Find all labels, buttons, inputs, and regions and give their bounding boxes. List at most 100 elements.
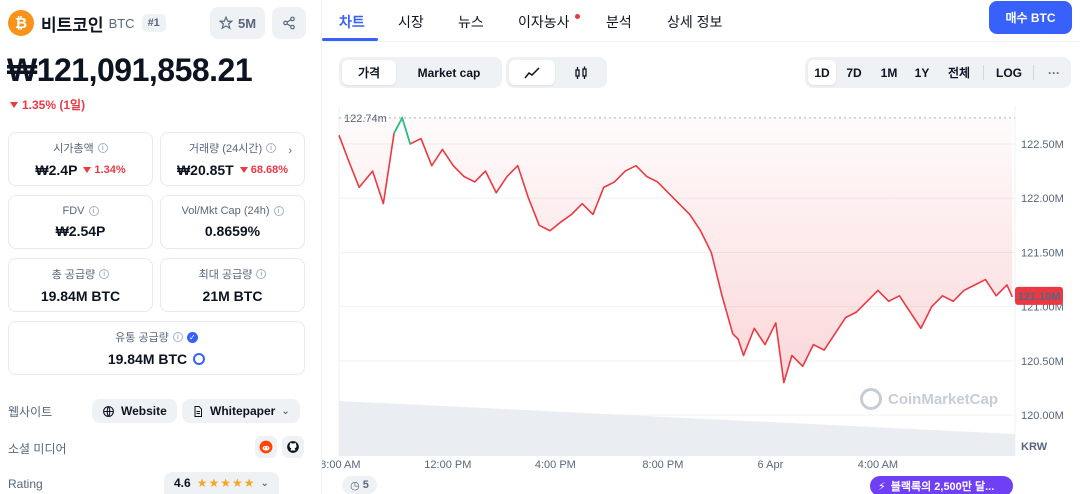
tab-news[interactable]: 뉴스 <box>458 12 484 32</box>
rating-row-label: Rating <box>8 477 43 491</box>
divider <box>1033 65 1034 80</box>
watchlist-count: 5M <box>237 15 257 31</box>
log-scale-toggle[interactable]: LOG <box>990 60 1028 85</box>
down-triangle-icon <box>10 101 18 108</box>
info-icon[interactable]: i <box>273 206 284 216</box>
rating-star-icon: ★ <box>196 476 208 490</box>
range-all[interactable]: 전체 <box>941 60 977 85</box>
volume-value: ₩20.85T <box>176 162 234 178</box>
volume-card[interactable]: › 거래량 (24시간) i ₩20.85T 68.68% <box>160 132 305 186</box>
lightning-icon: ⚡ <box>878 480 886 493</box>
rating-stars: ★ ★ ★ ★ ★ <box>197 476 255 490</box>
x-tick-label: 12:00 PM <box>424 459 471 471</box>
promo-banner[interactable]: ⚡ 블랙록의 2,500만 달... <box>870 476 1013 494</box>
vol-mkt-cap-label: Vol/Mkt Cap (24h) <box>181 205 270 217</box>
candlestick-icon <box>575 66 587 79</box>
price-chart[interactable]: 122.50M 122.00M 121.50M 121.00M 120.50M 120.0… <box>320 96 1080 494</box>
total-supply-label: 총 공급량 <box>51 269 96 281</box>
price-chart-svg: 122.50M122.00M121.50M121.00M120.50M120.0… <box>320 106 1064 471</box>
price-tab[interactable]: 가격 <box>342 60 396 85</box>
fdv-card: FDV i ₩2.54P <box>8 195 153 249</box>
reddit-button[interactable] <box>255 436 277 458</box>
range-1d[interactable]: 1D <box>808 60 836 85</box>
watermark-text: CoinMarketCap <box>888 390 999 408</box>
chevron-down-icon: ⌄ <box>281 405 290 417</box>
info-icon[interactable]: i <box>266 143 277 153</box>
vol-mkt-cap-value: 0.8659% <box>204 223 261 239</box>
rating-pill[interactable]: 4.6 ★ ★ ★ ★ ★ ⌄ <box>164 472 279 494</box>
history-badge[interactable]: ◷ 5 <box>342 476 377 494</box>
website-button[interactable]: Website <box>92 399 177 423</box>
rating-star-icon: ★ <box>220 476 231 490</box>
github-button[interactable] <box>282 436 304 458</box>
info-icon[interactable]: i <box>99 269 110 279</box>
info-icon[interactable]: i <box>88 206 99 216</box>
max-supply-card: 최대 공급량 i 21M BTC <box>160 258 305 312</box>
info-icon[interactable]: i <box>256 269 267 279</box>
watchlist-button[interactable]: 5M <box>210 7 265 39</box>
range-7d[interactable]: 7D <box>840 60 868 85</box>
tab-details[interactable]: 상세 정보 <box>667 12 722 32</box>
tab-yield[interactable]: 이자농사 <box>518 12 570 32</box>
tab-analysis[interactable]: 분석 <box>606 12 632 32</box>
chart-style-toggle <box>506 57 607 88</box>
info-icon[interactable]: i <box>172 332 183 342</box>
chevron-down-icon: ⌄ <box>260 477 269 489</box>
share-icon <box>283 16 295 30</box>
x-tick-label: 4:00 PM <box>535 459 576 471</box>
line-chart-icon <box>524 66 540 78</box>
line-chart-button[interactable] <box>509 60 555 85</box>
coin-symbol: BTC <box>108 15 135 31</box>
section-tabs: 차트 시장 뉴스 이자농사 분석 상세 정보 <box>322 0 1080 42</box>
whitepaper-button[interactable]: Whitepaper ⌄ <box>182 399 300 423</box>
y-tick-label: 122.50M <box>1021 139 1064 151</box>
promo-text: 블랙록의 2,500만 달... <box>890 481 995 493</box>
x-tick-label: 4:00 AM <box>858 459 898 471</box>
github-icon <box>287 441 299 453</box>
market-cap-tab[interactable]: Market cap <box>399 60 499 85</box>
market-cap-label: 시가총액 <box>53 143 94 155</box>
whitepaper-label: Whitepaper <box>210 404 276 418</box>
y-tick-label: 122.00M <box>1021 193 1064 205</box>
price-area-fill <box>339 117 1013 383</box>
tab-markets[interactable]: 시장 <box>398 12 424 32</box>
ellipsis-icon: ··· <box>1048 65 1060 80</box>
fdv-label: FDV <box>62 205 85 217</box>
x-tick-label: 6 Apr <box>758 459 784 471</box>
market-cap-card: 시가총액 i ₩2.4P 1.34% <box>8 132 153 186</box>
info-icon[interactable]: i <box>97 143 108 153</box>
x-tick-label: 8:00 AM <box>322 459 361 471</box>
range-1y[interactable]: 1Y <box>907 60 937 85</box>
circulating-supply-label: 유통 공급량 <box>115 332 169 344</box>
candlestick-button[interactable] <box>558 60 604 85</box>
volume-label: 거래량 (24시간) <box>188 143 263 155</box>
down-triangle-icon <box>239 167 248 173</box>
current-price-label: 121.10M <box>1018 291 1061 303</box>
chevron-right-icon: › <box>288 145 292 157</box>
website-label: Website <box>121 404 167 418</box>
currency-label: KRW <box>1021 441 1048 453</box>
volume-delta: 68.68% <box>250 164 289 176</box>
rating-value: 4.6 <box>174 476 191 490</box>
more-options-button[interactable]: ··· <box>1041 60 1067 85</box>
star-icon <box>218 16 233 30</box>
tab-chart[interactable]: 차트 <box>339 12 365 32</box>
rating-star-icon: ★ <box>231 476 243 490</box>
reddit-icon <box>259 440 273 454</box>
history-count: 5 <box>362 479 369 491</box>
market-cap-value: ₩2.4P <box>35 162 78 178</box>
rating-star-icon: ★ <box>243 476 255 490</box>
market-cap-delta: 1.34% <box>94 164 126 176</box>
watermark: CoinMarketCap <box>860 388 998 410</box>
range-1m[interactable]: 1M <box>874 60 904 85</box>
circulating-supply-card: 유통 공급량 i ✓ 19.84M BTC <box>8 321 305 375</box>
buy-btc-button[interactable]: 매수 BTC <box>989 1 1072 34</box>
divider <box>983 65 984 80</box>
down-triangle-icon <box>83 167 92 173</box>
website-row-label: 웹사이트 <box>8 405 53 419</box>
circulating-supply-value: 19.84M BTC <box>107 351 188 367</box>
share-button[interactable] <box>272 7 306 39</box>
coin-summary-panel: ₿ 비트코인 BTC #1 5M ₩121,091,858.21 1.35% (… <box>0 0 322 494</box>
price-change: 1.35% (1일) <box>10 96 85 113</box>
coin-name: 비트코인 <box>41 15 104 35</box>
